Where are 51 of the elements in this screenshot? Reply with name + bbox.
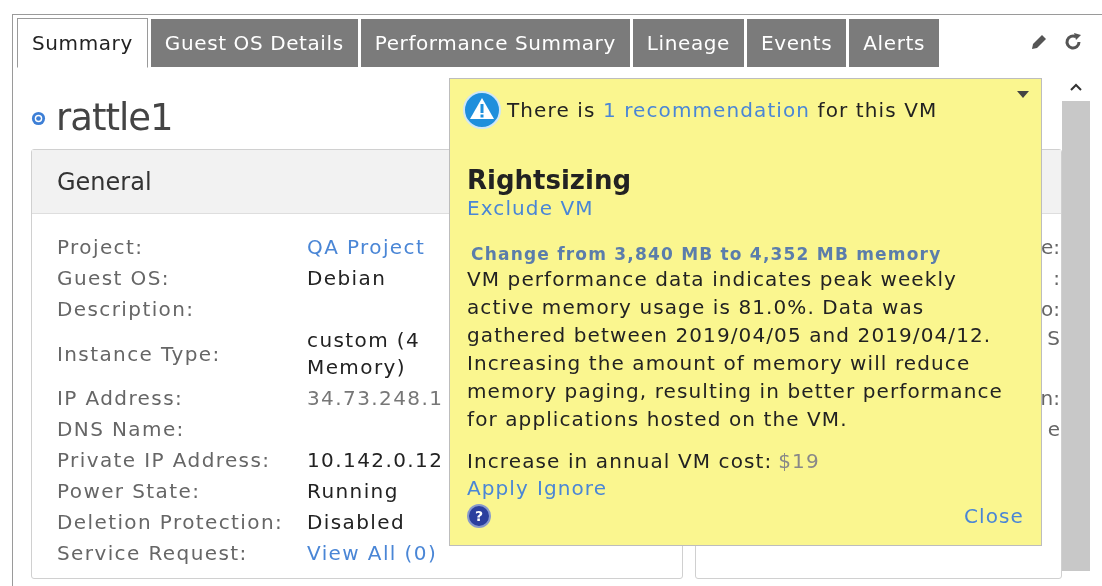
field-value: Running bbox=[307, 478, 399, 505]
cut-text: e bbox=[1047, 416, 1060, 443]
tab[interactable]: Events bbox=[747, 19, 847, 67]
help-icon[interactable]: ? bbox=[467, 504, 491, 528]
action-link[interactable]: Apply bbox=[467, 475, 529, 501]
field-label: Guest OS: bbox=[57, 265, 171, 292]
cut-text: : bbox=[1053, 265, 1060, 292]
field-label: DNS Name: bbox=[57, 416, 186, 443]
refresh-icon[interactable] bbox=[1063, 32, 1083, 52]
field-label: IP Address: bbox=[57, 385, 185, 412]
cut-text: o: bbox=[1041, 296, 1060, 323]
scrollbar-thumb[interactable] bbox=[1062, 101, 1090, 571]
vm-icon bbox=[31, 110, 46, 126]
field-value: Debian bbox=[307, 265, 387, 292]
tab[interactable]: Alerts bbox=[849, 19, 939, 67]
field-link[interactable]: QA Project bbox=[307, 232, 426, 263]
tab[interactable]: Performance Summary bbox=[360, 19, 630, 67]
cost-label: Increase in annual VM cost: bbox=[467, 448, 773, 475]
exclude-vm-link[interactable]: Exclude VM bbox=[467, 195, 594, 221]
recommendation-description: VM performance data indicates peak weekly active memory usage is 81.0%. Data was gathered between 2019/04/05 and 2019/04/12. Increasing the amount of memory will reduce memory paging, resulting in better performance for applications hosted on the VM. bbox=[467, 266, 1004, 433]
field-label: Instance Type: bbox=[57, 340, 222, 368]
collapse-caret-icon[interactable] bbox=[1017, 91, 1029, 99]
cost-value: $19 bbox=[778, 448, 820, 475]
edit-icon[interactable] bbox=[1029, 32, 1049, 52]
field-label: Deletion Protection: bbox=[57, 509, 285, 536]
field-value: 34.73.248.1 bbox=[307, 385, 444, 412]
field-value: custom (4 Memory) bbox=[307, 327, 421, 381]
info-warning-icon bbox=[463, 91, 501, 129]
close-link[interactable]: Close bbox=[964, 501, 1024, 531]
cut-text: n: bbox=[1040, 385, 1060, 412]
field-label: Service Request: bbox=[57, 540, 249, 567]
field-label: Project: bbox=[57, 234, 145, 261]
field-label: Power State: bbox=[57, 478, 202, 505]
vm-name: rattle1 bbox=[56, 95, 173, 142]
tab[interactable]: Lineage bbox=[632, 19, 744, 67]
field-value: Disabled bbox=[307, 509, 406, 536]
recommendation-title: Rightsizing bbox=[467, 165, 633, 195]
action-link[interactable]: Ignore bbox=[536, 475, 608, 501]
cut-text: e: bbox=[1040, 234, 1060, 261]
card-title: General bbox=[57, 166, 152, 198]
scroll-up-icon[interactable] bbox=[1068, 81, 1084, 93]
tab[interactable]: Guest OS Details bbox=[150, 19, 358, 67]
recommendation-summary: There is 1 recommendation for this VM bbox=[507, 97, 938, 124]
recommendation-link[interactable]: 1 recommendation bbox=[602, 98, 811, 122]
field-value: 10.142.0.12 bbox=[307, 447, 444, 474]
field-label: Private IP Address: bbox=[57, 447, 272, 474]
field-label: Description: bbox=[57, 296, 196, 323]
tab[interactable]: Summary bbox=[17, 18, 148, 68]
change-summary: Change from 3,840 MB to 4,352 MB memory bbox=[470, 243, 943, 265]
cut-text: S bbox=[1047, 326, 1060, 350]
field-link[interactable]: View All (0) bbox=[307, 538, 438, 569]
